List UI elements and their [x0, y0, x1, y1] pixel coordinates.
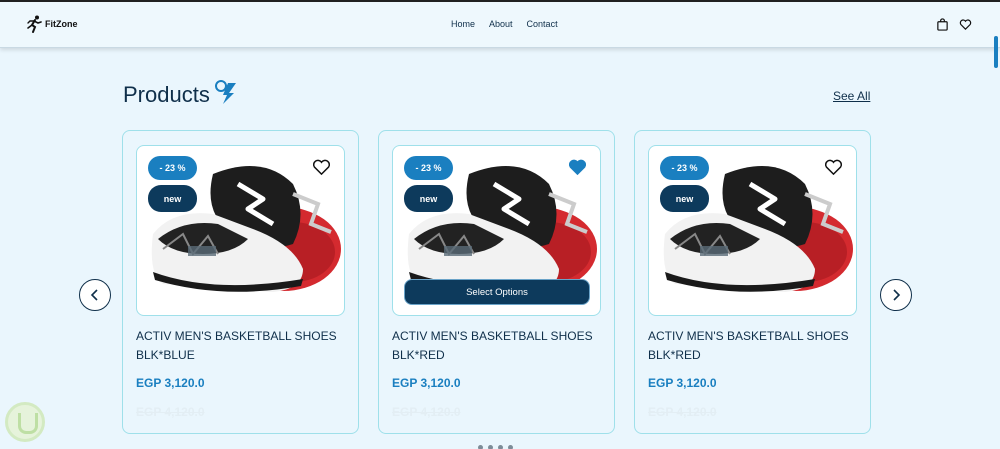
brand-name: FitZone — [45, 19, 78, 29]
brand-logo[interactable]: FitZone — [26, 15, 78, 33]
runner-icon — [27, 15, 42, 33]
nav-icons — [936, 18, 972, 31]
carousel-next-button[interactable] — [880, 279, 912, 311]
product-card[interactable]: - 23 % new ACTIV MEN'S BASKETBALL SHOES … — [634, 130, 871, 434]
chevron-left-icon — [90, 289, 98, 301]
navbar: FitZone Home About Contact — [0, 2, 1000, 48]
carousel-prev-button[interactable] — [79, 279, 111, 311]
carousel-dot[interactable] — [478, 445, 483, 449]
watermark-logo — [5, 402, 45, 442]
carousel-dot[interactable] — [508, 445, 513, 449]
product-old-price: EGP 4,120.0 — [648, 405, 717, 419]
product-title[interactable]: ACTIV MEN'S BASKETBALL SHOES BLK*BLUE — [136, 327, 346, 365]
nav-link-about[interactable]: About — [489, 19, 513, 29]
favorite-heart-icon[interactable] — [824, 158, 843, 176]
favorite-heart-icon[interactable] — [568, 158, 587, 176]
product-card[interactable]: - 23 % new Select Options ACTIV MEN'S BA… — [378, 130, 615, 434]
discount-badge: - 23 % — [660, 156, 709, 180]
carousel-dot[interactable] — [488, 445, 493, 449]
nav-link-contact[interactable]: Contact — [527, 19, 558, 29]
product-old-price: EGP 4,120.0 — [136, 405, 205, 419]
new-badge: new — [148, 185, 197, 212]
product-title[interactable]: ACTIV MEN'S BASKETBALL SHOES BLK*RED — [648, 327, 858, 365]
product-title[interactable]: ACTIV MEN'S BASKETBALL SHOES BLK*RED — [392, 327, 602, 365]
carousel-dot[interactable] — [498, 445, 503, 449]
nav-link-home[interactable]: Home — [451, 19, 475, 29]
product-price: EGP 3,120.0 — [648, 376, 717, 390]
product-image-box[interactable]: - 23 % new Select Options — [392, 145, 601, 316]
favorite-heart-icon[interactable] — [312, 158, 331, 176]
new-badge: new — [660, 185, 709, 212]
product-image-box[interactable]: - 23 % new — [136, 145, 345, 316]
chevron-right-icon — [893, 289, 901, 301]
product-image-box[interactable]: - 23 % new — [648, 145, 857, 316]
see-all-link[interactable]: See All — [833, 89, 870, 103]
heart-icon[interactable] — [959, 18, 972, 31]
discount-badge: - 23 % — [404, 156, 453, 180]
new-badge: new — [404, 185, 453, 212]
nav-links: Home About Contact — [451, 19, 558, 29]
product-old-price: EGP 4,120.0 — [392, 405, 461, 419]
section-title: Products — [123, 82, 210, 107]
product-price: EGP 3,120.0 — [136, 376, 205, 390]
page-scrollbar[interactable] — [994, 36, 998, 68]
product-card[interactable]: - 23 % new ACTIV MEN'S BASKETBALL SHOES … — [122, 130, 359, 434]
section-header: Products — [123, 80, 238, 108]
carousel-dots — [478, 445, 513, 449]
product-price: EGP 3,120.0 — [392, 376, 461, 390]
lightning-icon — [214, 80, 236, 104]
discount-badge: - 23 % — [148, 156, 197, 180]
select-options-button[interactable]: Select Options — [404, 279, 590, 305]
shopping-bag-icon[interactable] — [936, 18, 949, 31]
